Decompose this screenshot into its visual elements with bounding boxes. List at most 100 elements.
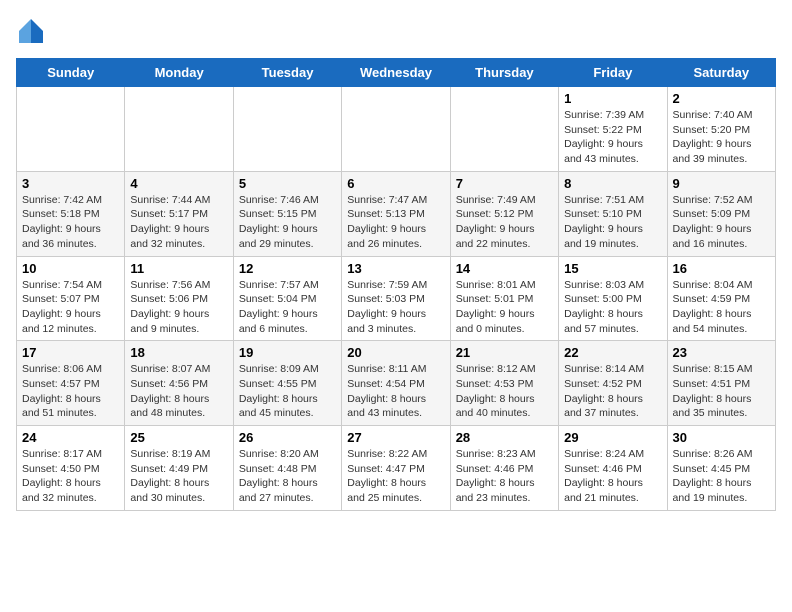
day-number: 9	[673, 176, 770, 191]
day-number: 2	[673, 91, 770, 106]
day-info: Sunrise: 8:12 AM Sunset: 4:53 PM Dayligh…	[456, 362, 553, 421]
day-number: 29	[564, 430, 661, 445]
calendar-day-cell: 21 Sunrise: 8:12 AM Sunset: 4:53 PM Dayli…	[450, 341, 558, 426]
day-number: 12	[239, 261, 336, 276]
day-info: Sunrise: 7:51 AM Sunset: 5:10 PM Dayligh…	[564, 193, 661, 252]
day-info: Sunrise: 8:11 AM Sunset: 4:54 PM Dayligh…	[347, 362, 444, 421]
calendar-week-row: 24 Sunrise: 8:17 AM Sunset: 4:50 PM Dayli…	[17, 426, 776, 511]
calendar-day-cell: 7Sunrise: 7:49 AM Sunset: 5:12 PM Daylig…	[450, 171, 558, 256]
day-number: 15	[564, 261, 661, 276]
calendar-day-cell: 12 Sunrise: 7:57 AM Sunset: 5:04 PM Dayli…	[233, 256, 341, 341]
day-number: 26	[239, 430, 336, 445]
day-number: 5	[239, 176, 336, 191]
calendar-day-cell: 8 Sunrise: 7:51 AM Sunset: 5:10 PM Daylig…	[559, 171, 667, 256]
day-info: Sunrise: 8:14 AM Sunset: 4:52 PM Dayligh…	[564, 362, 661, 421]
calendar-week-row: 17Sunrise: 8:06 AM Sunset: 4:57 PM Dayli…	[17, 341, 776, 426]
calendar-day-cell: 10 Sunrise: 7:54 AM Sunset: 5:07 PM Dayli…	[17, 256, 125, 341]
day-info: Sunrise: 7:56 AM Sunset: 5:06 PM Dayligh…	[130, 278, 227, 337]
day-info: Sunrise: 7:59 AM Sunset: 5:03 PM Dayligh…	[347, 278, 444, 337]
day-info: Sunrise: 8:06 AM Sunset: 4:57 PM Dayligh…	[22, 362, 119, 421]
day-info: Sunrise: 8:17 AM Sunset: 4:50 PM Dayligh…	[22, 447, 119, 506]
calendar-day-cell: 24 Sunrise: 8:17 AM Sunset: 4:50 PM Dayli…	[17, 426, 125, 511]
day-info: Sunrise: 8:23 AM Sunset: 4:46 PM Dayligh…	[456, 447, 553, 506]
day-info: Sunrise: 8:04 AM Sunset: 4:59 PM Dayligh…	[673, 278, 770, 337]
day-number: 23	[673, 345, 770, 360]
day-info: Sunrise: 8:26 AM Sunset: 4:45 PM Dayligh…	[673, 447, 770, 506]
calendar-day-cell	[125, 87, 233, 172]
calendar-day-cell: 28Sunrise: 8:23 AM Sunset: 4:46 PM Dayli…	[450, 426, 558, 511]
weekday-header: Tuesday	[233, 59, 341, 87]
day-number: 21	[456, 345, 553, 360]
day-number: 10	[22, 261, 119, 276]
calendar-day-cell: 30 Sunrise: 8:26 AM Sunset: 4:45 PM Dayli…	[667, 426, 775, 511]
weekday-header: Thursday	[450, 59, 558, 87]
calendar-day-cell: 17Sunrise: 8:06 AM Sunset: 4:57 PM Dayli…	[17, 341, 125, 426]
day-number: 22	[564, 345, 661, 360]
calendar-day-cell: 6Sunrise: 7:47 AM Sunset: 5:13 PM Daylig…	[342, 171, 450, 256]
day-number: 20	[347, 345, 444, 360]
calendar-day-cell: 19Sunrise: 8:09 AM Sunset: 4:55 PM Dayli…	[233, 341, 341, 426]
calendar-week-row: 3 Sunrise: 7:42 AM Sunset: 5:18 PM Daylig…	[17, 171, 776, 256]
day-info: Sunrise: 7:42 AM Sunset: 5:18 PM Dayligh…	[22, 193, 119, 252]
calendar-day-cell: 20 Sunrise: 8:11 AM Sunset: 4:54 PM Dayli…	[342, 341, 450, 426]
day-number: 16	[673, 261, 770, 276]
calendar-day-cell: 23Sunrise: 8:15 AM Sunset: 4:51 PM Dayli…	[667, 341, 775, 426]
calendar-day-cell	[342, 87, 450, 172]
day-number: 4	[130, 176, 227, 191]
day-info: Sunrise: 7:47 AM Sunset: 5:13 PM Dayligh…	[347, 193, 444, 252]
day-number: 1	[564, 91, 661, 106]
header	[16, 16, 776, 46]
day-info: Sunrise: 8:19 AM Sunset: 4:49 PM Dayligh…	[130, 447, 227, 506]
day-info: Sunrise: 7:40 AM Sunset: 5:20 PM Dayligh…	[673, 108, 770, 167]
logo	[16, 16, 50, 46]
day-number: 30	[673, 430, 770, 445]
day-number: 18	[130, 345, 227, 360]
calendar-body: 1 Sunrise: 7:39 AM Sunset: 5:22 PM Daylig…	[17, 87, 776, 511]
weekday-header: Wednesday	[342, 59, 450, 87]
calendar-day-cell: 2 Sunrise: 7:40 AM Sunset: 5:20 PM Daylig…	[667, 87, 775, 172]
day-number: 19	[239, 345, 336, 360]
calendar-day-cell: 15 Sunrise: 8:03 AM Sunset: 5:00 PM Dayli…	[559, 256, 667, 341]
day-number: 25	[130, 430, 227, 445]
day-info: Sunrise: 7:57 AM Sunset: 5:04 PM Dayligh…	[239, 278, 336, 337]
calendar-day-cell: 4Sunrise: 7:44 AM Sunset: 5:17 PM Daylig…	[125, 171, 233, 256]
day-number: 11	[130, 261, 227, 276]
calendar-day-cell: 27 Sunrise: 8:22 AM Sunset: 4:47 PM Dayli…	[342, 426, 450, 511]
calendar-table: SundayMondayTuesdayWednesdayThursdayFrid…	[16, 58, 776, 511]
day-number: 24	[22, 430, 119, 445]
day-number: 7	[456, 176, 553, 191]
calendar-day-cell: 14 Sunrise: 8:01 AM Sunset: 5:01 PM Dayli…	[450, 256, 558, 341]
calendar-week-row: 1 Sunrise: 7:39 AM Sunset: 5:22 PM Daylig…	[17, 87, 776, 172]
calendar-day-cell: 1 Sunrise: 7:39 AM Sunset: 5:22 PM Daylig…	[559, 87, 667, 172]
calendar-day-cell: 11 Sunrise: 7:56 AM Sunset: 5:06 PM Dayli…	[125, 256, 233, 341]
calendar-header: SundayMondayTuesdayWednesdayThursdayFrid…	[17, 59, 776, 87]
day-info: Sunrise: 8:03 AM Sunset: 5:00 PM Dayligh…	[564, 278, 661, 337]
weekday-header: Monday	[125, 59, 233, 87]
day-info: Sunrise: 7:46 AM Sunset: 5:15 PM Dayligh…	[239, 193, 336, 252]
day-number: 8	[564, 176, 661, 191]
day-info: Sunrise: 7:39 AM Sunset: 5:22 PM Dayligh…	[564, 108, 661, 167]
calendar-day-cell: 3 Sunrise: 7:42 AM Sunset: 5:18 PM Daylig…	[17, 171, 125, 256]
day-number: 14	[456, 261, 553, 276]
weekday-header: Saturday	[667, 59, 775, 87]
day-number: 13	[347, 261, 444, 276]
calendar-day-cell: 9Sunrise: 7:52 AM Sunset: 5:09 PM Daylig…	[667, 171, 775, 256]
calendar-day-cell: 18 Sunrise: 8:07 AM Sunset: 4:56 PM Dayli…	[125, 341, 233, 426]
calendar-day-cell: 25 Sunrise: 8:19 AM Sunset: 4:49 PM Dayli…	[125, 426, 233, 511]
day-info: Sunrise: 8:24 AM Sunset: 4:46 PM Dayligh…	[564, 447, 661, 506]
calendar-day-cell: 13 Sunrise: 7:59 AM Sunset: 5:03 PM Dayli…	[342, 256, 450, 341]
weekday-header: Friday	[559, 59, 667, 87]
calendar-day-cell: 22 Sunrise: 8:14 AM Sunset: 4:52 PM Dayli…	[559, 341, 667, 426]
day-info: Sunrise: 7:54 AM Sunset: 5:07 PM Dayligh…	[22, 278, 119, 337]
calendar-day-cell	[17, 87, 125, 172]
day-number: 27	[347, 430, 444, 445]
day-number: 3	[22, 176, 119, 191]
calendar-day-cell: 26Sunrise: 8:20 AM Sunset: 4:48 PM Dayli…	[233, 426, 341, 511]
day-info: Sunrise: 8:01 AM Sunset: 5:01 PM Dayligh…	[456, 278, 553, 337]
day-info: Sunrise: 8:07 AM Sunset: 4:56 PM Dayligh…	[130, 362, 227, 421]
logo-icon	[16, 16, 46, 46]
calendar-day-cell: 5 Sunrise: 7:46 AM Sunset: 5:15 PM Daylig…	[233, 171, 341, 256]
calendar-week-row: 10 Sunrise: 7:54 AM Sunset: 5:07 PM Dayli…	[17, 256, 776, 341]
day-info: Sunrise: 8:22 AM Sunset: 4:47 PM Dayligh…	[347, 447, 444, 506]
calendar-day-cell: 16 Sunrise: 8:04 AM Sunset: 4:59 PM Dayli…	[667, 256, 775, 341]
